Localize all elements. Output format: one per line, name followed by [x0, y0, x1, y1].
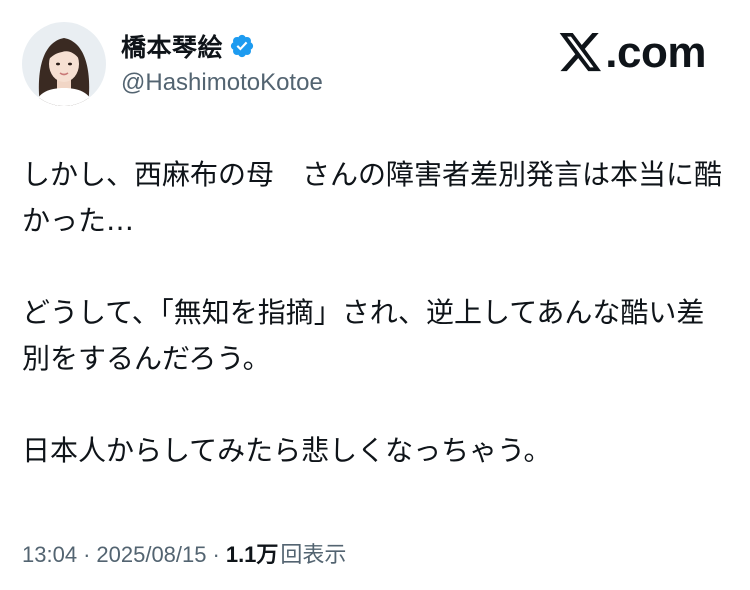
- avatar-image: [22, 22, 106, 106]
- brand-watermark: .com: [559, 28, 706, 78]
- x-logo-icon: [559, 33, 603, 73]
- views-label: 回表示: [280, 542, 347, 567]
- tweet-paragraph: 日本人からしてみたら悲しくなっちゃう。: [22, 434, 552, 467]
- tweet-paragraph: しかし、西麻布の母 さんの障害者差別発言は本当に酷かった…: [22, 158, 723, 237]
- display-name[interactable]: 橋本琴絵: [121, 28, 223, 64]
- tweet-header: 橋本琴絵 @HashimotoKotoe: [22, 22, 323, 106]
- brand-suffix: .com: [605, 28, 706, 77]
- meta-separator: ·: [83, 542, 91, 567]
- tweet-meta: 13:04 · 2025/08/15 · 1.1万 回表示: [22, 537, 346, 569]
- tweet-card: 橋本琴絵 @HashimotoKotoe .com しかし、西麻布の母 さんの障…: [0, 0, 750, 590]
- tweet-date[interactable]: 2025/08/15: [96, 542, 206, 568]
- views-count[interactable]: 1.1万: [226, 537, 279, 569]
- name-row: 橋本琴絵: [121, 28, 323, 64]
- tweet-time[interactable]: 13:04: [22, 542, 77, 568]
- tweet-paragraph: どうして、「無知を指摘」され、逆上してあんな酷い差別をするんだろう。: [22, 296, 705, 375]
- user-handle[interactable]: @HashimotoKotoe: [121, 69, 323, 97]
- avatar[interactable]: [22, 22, 106, 106]
- meta-separator: ·: [212, 542, 220, 567]
- tweet-body: しかし、西麻布の母 さんの障害者差別発言は本当に酷かった… どうして、「無知を指…: [22, 152, 722, 474]
- verified-badge-icon: [229, 33, 255, 59]
- user-info: 橋本琴絵 @HashimotoKotoe: [121, 31, 323, 97]
